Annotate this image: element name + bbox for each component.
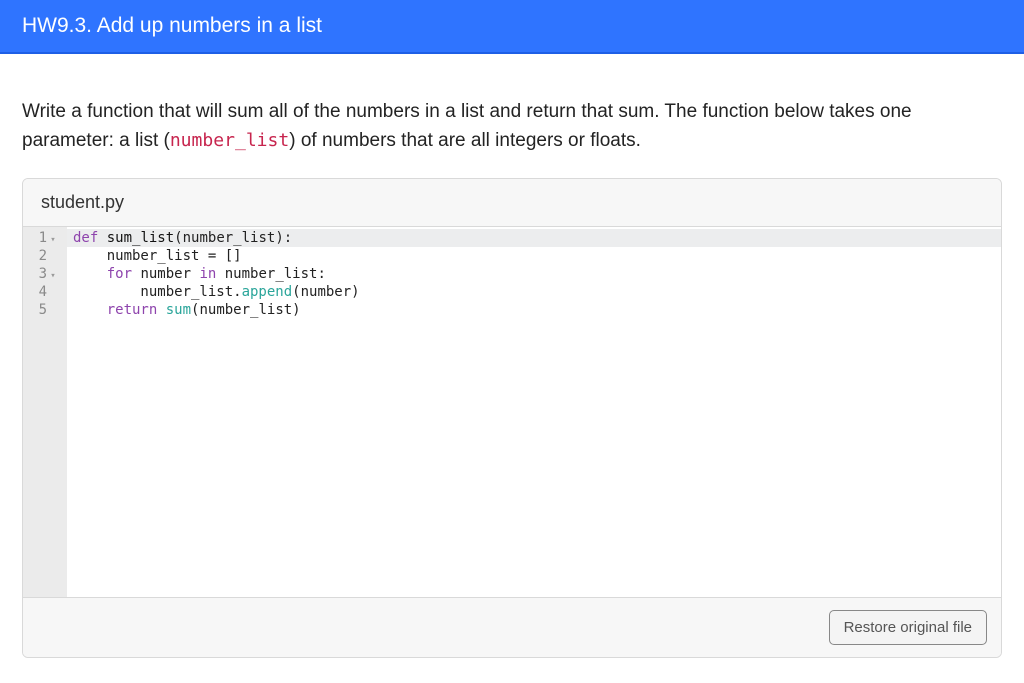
code-token: in [199, 266, 216, 282]
editor-code-area[interactable]: def sum_list(number_list): number_list =… [67, 227, 1001, 597]
gutter-line: 1▾ [35, 229, 57, 247]
code-line[interactable]: return sum(number_list) [73, 301, 1001, 319]
code-line[interactable]: def sum_list(number_list): [67, 229, 1001, 247]
gutter-line: 2 [35, 247, 57, 265]
prompt-text-after: ) of numbers that are all integers or fl… [289, 130, 641, 151]
editor-filename: student.py [41, 192, 124, 212]
code-line[interactable]: for number in number_list: [73, 265, 1001, 283]
editor-footer: Restore original file [23, 597, 1001, 657]
restore-original-button[interactable]: Restore original file [829, 610, 987, 645]
editor-titlebar: student.py [23, 179, 1001, 227]
question-title: HW9.3. Add up numbers in a list [22, 14, 322, 37]
editor-body[interactable]: 1▾23▾4 5 def sum_list(number_list): numbe… [23, 227, 1001, 597]
code-token: append [242, 284, 293, 300]
code-token: def [73, 230, 98, 246]
code-token: (number) [292, 284, 359, 300]
question-prompt: Write a function that will sum all of th… [22, 97, 1002, 156]
prompt-param-code: number_list [170, 130, 289, 151]
gutter-line: 3▾ [35, 265, 57, 283]
gutter-line: 5 [35, 301, 57, 319]
code-token: return [107, 302, 158, 318]
line-number: 2 [39, 248, 47, 264]
code-token: sum [166, 302, 191, 318]
gutter-line: 4 [35, 283, 57, 301]
line-number: 4 [39, 284, 47, 300]
code-token: number_list. [73, 284, 242, 300]
code-token: (number_list) [191, 302, 301, 318]
code-token: sum_list [107, 230, 174, 246]
line-number: 1 [39, 230, 47, 246]
question-content: Write a function that will sum all of th… [0, 54, 1024, 680]
code-token: number_list: [216, 266, 326, 282]
code-line[interactable]: number_list = [] [73, 247, 1001, 265]
code-token [98, 230, 106, 246]
question-header: HW9.3. Add up numbers in a list [0, 0, 1024, 54]
code-token [157, 302, 165, 318]
code-token [73, 302, 107, 318]
code-token: number [132, 266, 199, 282]
code-token: for [107, 266, 132, 282]
code-token [73, 266, 107, 282]
line-number: 5 [39, 302, 47, 318]
code-token: (number_list): [174, 230, 292, 246]
code-token: number_list = [] [73, 248, 242, 264]
editor-gutter: 1▾23▾4 5 [23, 227, 67, 597]
line-number: 3 [39, 266, 47, 282]
code-editor-card: student.py 1▾23▾45 def sum_list(number_l… [22, 178, 1002, 658]
code-line[interactable]: number_list.append(number) [73, 283, 1001, 301]
